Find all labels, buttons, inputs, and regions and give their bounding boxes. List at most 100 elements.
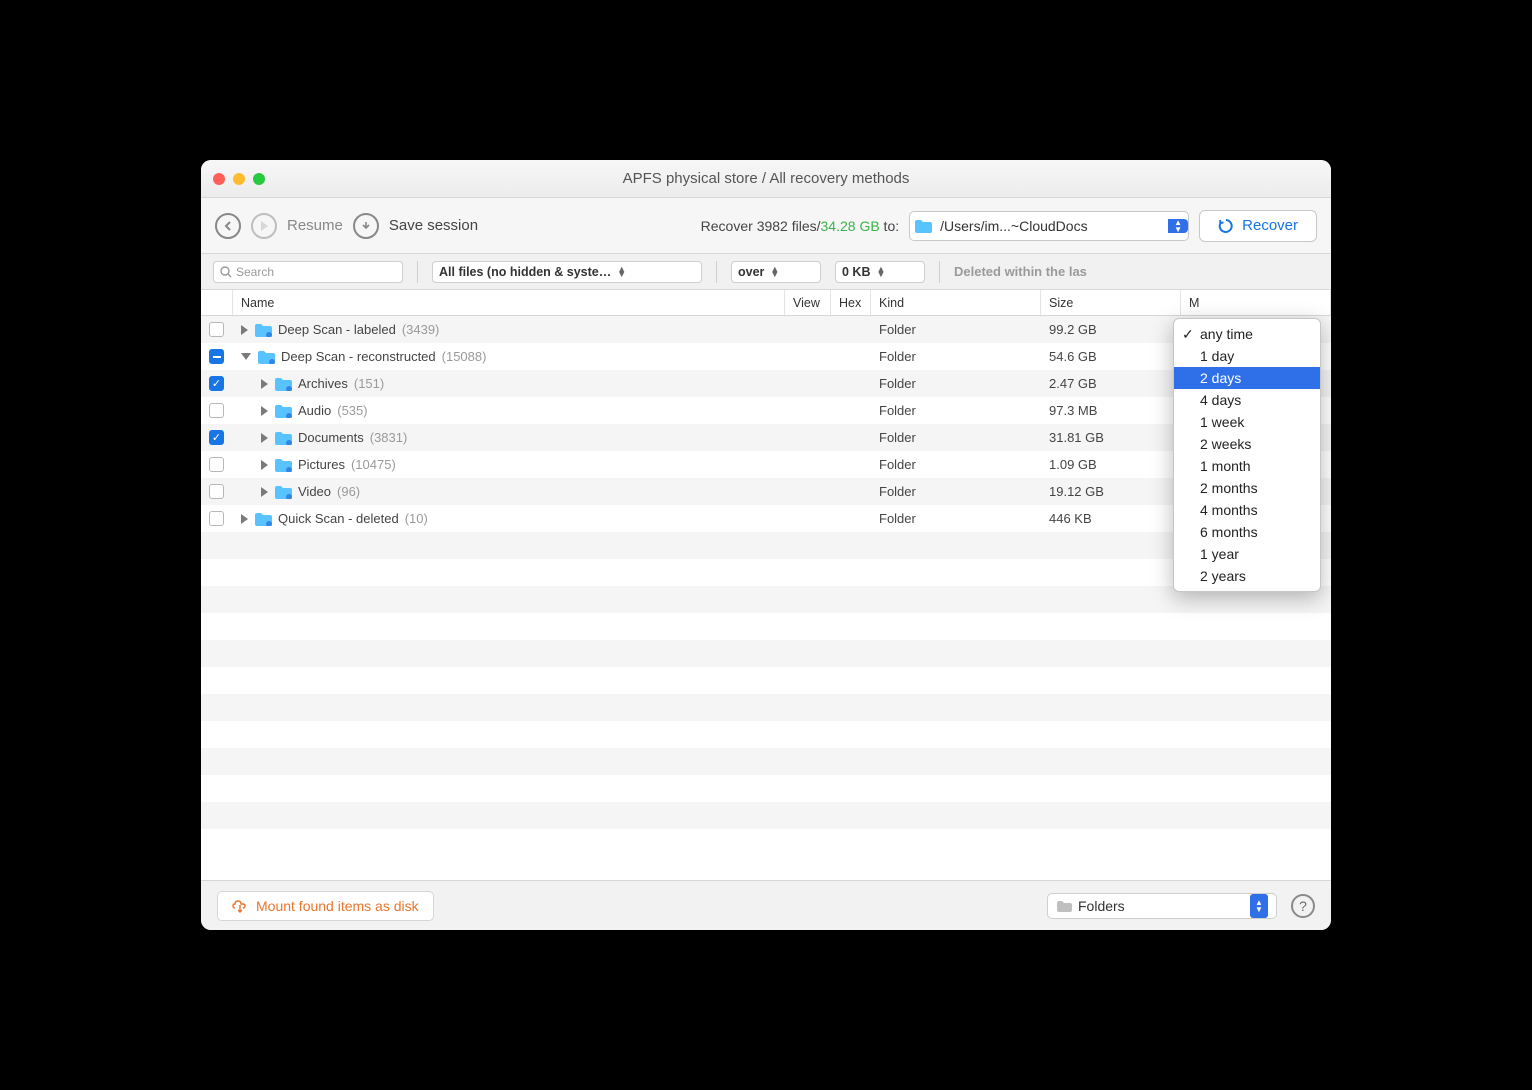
deleted-within-menu[interactable]: ✓any time1 day2 days4 days1 week2 weeks 1… [1173, 318, 1321, 592]
zoom-window-button[interactable] [253, 173, 265, 185]
empty-row [201, 613, 1331, 640]
recover-icon [1218, 218, 1234, 234]
table-header: Name View Hex Kind Size M [201, 290, 1331, 316]
resume-label[interactable]: Resume [287, 217, 343, 234]
menu-item[interactable]: 1 week [1174, 411, 1320, 433]
app-window: APFS physical store / All recovery metho… [201, 160, 1331, 930]
disclosure-triangle-icon[interactable] [241, 514, 248, 524]
row-checkbox[interactable] [209, 349, 224, 364]
empty-row [201, 559, 1331, 586]
folder-icon [257, 350, 275, 364]
row-checkbox[interactable]: ✓ [209, 430, 224, 445]
menu-item-label: 1 month [1200, 458, 1251, 474]
row-size: 1.09 GB [1041, 457, 1181, 472]
save-session-label[interactable]: Save session [389, 217, 478, 234]
column-hex[interactable]: Hex [831, 290, 871, 315]
folder-icon [910, 219, 936, 233]
menu-item[interactable]: 4 months [1174, 499, 1320, 521]
row-size: 2.47 GB [1041, 376, 1181, 391]
empty-row [201, 694, 1331, 721]
close-window-button[interactable] [213, 173, 225, 185]
row-name: Archives [298, 376, 348, 391]
table-row[interactable]: Deep Scan - labeled (3439)Folder99.2 GB [201, 316, 1331, 343]
check-icon: ✓ [1182, 326, 1194, 343]
menu-item[interactable]: ✓any time [1174, 323, 1320, 345]
play-button[interactable] [251, 213, 277, 239]
column-modified[interactable]: M [1181, 290, 1331, 315]
mount-button[interactable]: Mount found items as disk [217, 891, 434, 921]
caret-icon: ▲▼ [617, 267, 626, 277]
menu-item-label: 4 months [1200, 502, 1258, 518]
recover-button-label: Recover [1242, 217, 1298, 234]
size-value-filter[interactable]: 0 KB ▲▼ [835, 261, 925, 283]
row-count: (3831) [370, 430, 408, 445]
row-checkbox[interactable]: ✓ [209, 376, 224, 391]
recover-button[interactable]: Recover [1199, 210, 1317, 242]
folder-icon [254, 323, 272, 337]
row-kind: Folder [871, 403, 1041, 418]
row-checkbox[interactable] [209, 403, 224, 418]
empty-row [201, 802, 1331, 829]
recover-count: 3982 files/ [757, 218, 821, 234]
minimize-window-button[interactable] [233, 173, 245, 185]
menu-item[interactable]: 2 months [1174, 477, 1320, 499]
column-view[interactable]: View [785, 290, 831, 315]
table-row[interactable]: Pictures (10475)Folder1.09 GB [201, 451, 1331, 478]
column-name[interactable]: Name [233, 290, 785, 315]
row-checkbox[interactable] [209, 484, 224, 499]
row-checkbox[interactable] [209, 511, 224, 526]
menu-item[interactable]: 1 day [1174, 345, 1320, 367]
view-mode-select[interactable]: Folders ▲▼ [1047, 893, 1277, 919]
menu-item[interactable]: 2 days [1174, 367, 1320, 389]
row-size: 99.2 GB [1041, 322, 1181, 337]
menu-item-label: 2 months [1200, 480, 1258, 496]
row-checkbox[interactable] [209, 322, 224, 337]
empty-row [201, 667, 1331, 694]
row-count: (3439) [402, 322, 440, 337]
column-size[interactable]: Size [1041, 290, 1181, 315]
menu-item[interactable]: 1 year [1174, 543, 1320, 565]
row-kind: Folder [871, 457, 1041, 472]
table-row[interactable]: Deep Scan - reconstructed (15088)Folder5… [201, 343, 1331, 370]
size-comparator-filter[interactable]: over ▲▼ [731, 261, 821, 283]
row-name: Video [298, 484, 331, 499]
menu-item[interactable]: 1 month [1174, 455, 1320, 477]
file-type-filter[interactable]: All files (no hidden & syste… ▲▼ [432, 261, 702, 283]
table-row[interactable]: ✓Documents (3831)Folder31.81 GB [201, 424, 1331, 451]
window-title: APFS physical store / All recovery metho… [201, 170, 1331, 187]
row-checkbox[interactable] [209, 457, 224, 472]
row-size: 97.3 MB [1041, 403, 1181, 418]
table-row[interactable]: Audio (535)Folder97.3 MB [201, 397, 1331, 424]
disclosure-triangle-icon[interactable] [261, 433, 268, 443]
search-input[interactable]: Search [213, 261, 403, 283]
table-row[interactable]: Quick Scan - deleted (10)Folder446 KB [201, 505, 1331, 532]
save-session-icon[interactable] [353, 213, 379, 239]
disclosure-triangle-icon[interactable] [241, 353, 251, 360]
row-count: (10) [405, 511, 428, 526]
file-type-filter-label: All files (no hidden & syste… [439, 265, 611, 279]
row-count: (96) [337, 484, 360, 499]
disclosure-triangle-icon[interactable] [261, 460, 268, 470]
disclosure-triangle-icon[interactable] [261, 406, 268, 416]
help-button[interactable]: ? [1291, 894, 1315, 918]
row-size: 446 KB [1041, 511, 1181, 526]
disclosure-triangle-icon[interactable] [261, 487, 268, 497]
table-row[interactable]: ✓Archives (151)Folder2.47 GB [201, 370, 1331, 397]
column-kind[interactable]: Kind [871, 290, 1041, 315]
row-name: Pictures [298, 457, 345, 472]
menu-item[interactable]: 2 weeks [1174, 433, 1320, 455]
window-controls [213, 173, 265, 185]
search-placeholder: Search [236, 265, 274, 279]
disclosure-triangle-icon[interactable] [241, 325, 248, 335]
file-list: Deep Scan - labeled (3439)Folder99.2 GBD… [201, 316, 1331, 880]
recover-size: 34.28 GB [821, 218, 880, 234]
folder-icon [254, 512, 272, 526]
table-row[interactable]: Video (96)Folder19.12 GB [201, 478, 1331, 505]
disclosure-triangle-icon[interactable] [261, 379, 268, 389]
destination-path-picker[interactable]: /Users/im...~CloudDocs ▲▼ [909, 211, 1189, 241]
back-button[interactable] [215, 213, 241, 239]
menu-item[interactable]: 4 days [1174, 389, 1320, 411]
menu-item[interactable]: 6 months [1174, 521, 1320, 543]
empty-row [201, 586, 1331, 613]
menu-item[interactable]: 2 years [1174, 565, 1320, 587]
